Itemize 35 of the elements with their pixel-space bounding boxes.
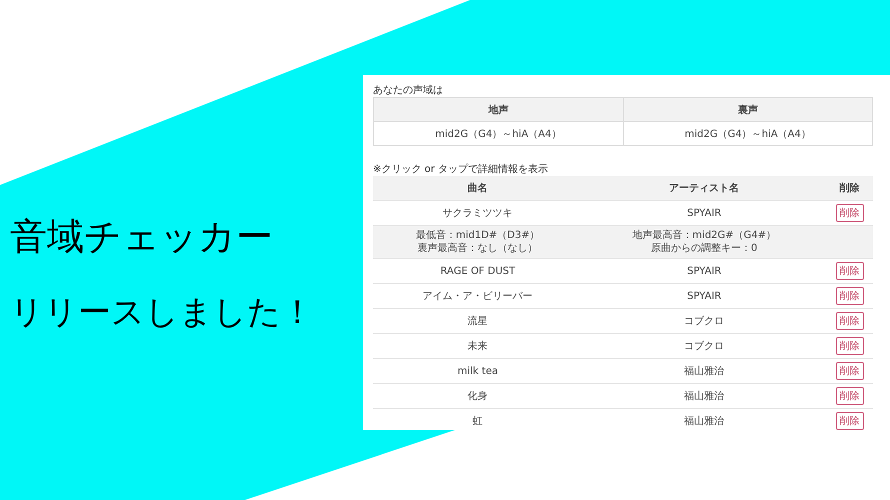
- column-header: 地声: [374, 98, 623, 122]
- table-cell[interactable]: コブクロ: [582, 308, 826, 334]
- delete-button[interactable]: 削除: [836, 337, 864, 355]
- hint-text: ※クリック or タップで詳細情報を表示: [373, 164, 549, 176]
- table-cell[interactable]: アイム・ア・ビリーバー: [373, 284, 582, 308]
- delete-button[interactable]: 削除: [836, 387, 864, 405]
- table-cell[interactable]: 未来: [373, 334, 582, 358]
- detail-cell: 地声最高音：mid2G#（G4#） 原曲からの調整キー：0: [582, 226, 826, 258]
- detail-cell: 最低音：mid1D#（D3#） 裏声最高音：なし（なし）: [373, 226, 582, 258]
- delete-button[interactable]: 削除: [836, 312, 864, 330]
- table-cell: mid2G（G4）～hiA（A4）: [374, 122, 623, 146]
- subline: リリースしました！: [10, 291, 315, 333]
- table-cell[interactable]: RAGE OF DUST: [373, 258, 582, 284]
- table-cell[interactable]: 流星: [373, 308, 582, 334]
- delete-button[interactable]: 削除: [836, 204, 864, 222]
- column-header: 裏声: [623, 98, 872, 122]
- delete-button[interactable]: 削除: [836, 412, 864, 430]
- table-cell[interactable]: SPYAIR: [582, 284, 826, 308]
- table-cell[interactable]: milk tea: [373, 358, 582, 384]
- headline: 音域チェッカー: [10, 214, 274, 260]
- column-header: アーティスト名: [582, 176, 826, 200]
- table-cell[interactable]: 福山雅治: [582, 384, 826, 408]
- column-header: 削除: [826, 176, 873, 200]
- delete-button[interactable]: 削除: [836, 362, 864, 380]
- table-cell[interactable]: SPYAIR: [582, 258, 826, 284]
- table-cell[interactable]: 化身: [373, 384, 582, 408]
- table-cell[interactable]: 福山雅治: [582, 408, 826, 433]
- delete-button[interactable]: 削除: [836, 287, 864, 305]
- delete-button[interactable]: 削除: [836, 262, 864, 280]
- table-cell[interactable]: 福山雅治: [582, 358, 826, 384]
- range-label: あなたの声域は: [373, 85, 444, 97]
- table-cell[interactable]: 虹: [373, 408, 582, 433]
- column-header: 曲名: [373, 176, 582, 200]
- table-cell: mid2G（G4）～hiA（A4）: [623, 122, 872, 146]
- table-cell[interactable]: コブクロ: [582, 334, 826, 358]
